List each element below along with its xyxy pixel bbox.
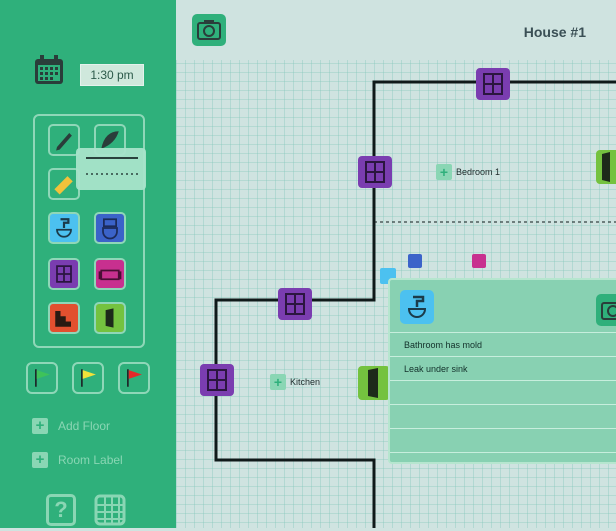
sink-tool[interactable] <box>48 212 80 244</box>
stairs-tool[interactable] <box>48 302 80 334</box>
plus-icon: + <box>270 374 286 390</box>
note-divider <box>390 404 616 405</box>
room-label-kitchen[interactable]: + Kitchen <box>270 374 320 390</box>
line-style-popover[interactable] <box>76 148 146 190</box>
toilet-marker[interactable] <box>408 254 422 268</box>
note-divider <box>390 452 616 453</box>
sofa-marker[interactable] <box>472 254 486 268</box>
time-display[interactable]: 1:30 pm <box>80 64 144 86</box>
plus-icon: + <box>436 164 452 180</box>
window-tool[interactable] <box>48 258 80 290</box>
plus-icon: + <box>32 418 48 434</box>
sidebar: 1:30 pm + Add Floor + Room Label ? <box>0 0 176 528</box>
floor-plan-canvas[interactable]: House #1 + Bedroom 1 + Kitchen Bathroom … <box>176 0 616 528</box>
window-left-upper[interactable] <box>358 156 392 188</box>
yellow-flag-icon <box>81 369 96 387</box>
note-line-2[interactable]: Leak under sink <box>404 364 468 374</box>
note-divider <box>390 428 616 429</box>
add-floor-label: Add Floor <box>58 419 111 433</box>
note-camera-icon[interactable] <box>596 294 616 326</box>
toilet-icon <box>102 218 118 240</box>
calendar-icon[interactable] <box>32 54 66 86</box>
toilet-tool[interactable] <box>94 212 126 244</box>
door-tool[interactable] <box>94 302 126 334</box>
ruler-icon <box>54 176 73 195</box>
camera-icon <box>197 20 221 40</box>
note-divider <box>390 380 616 381</box>
stairs-icon <box>55 311 71 327</box>
green-flag-icon <box>35 369 50 387</box>
window-kitchen-left[interactable] <box>200 364 234 396</box>
yellow-flag-button[interactable] <box>72 362 104 394</box>
plus-icon: + <box>32 452 48 468</box>
room-label-label: Room Label <box>58 453 123 467</box>
room-label-text: Kitchen <box>290 377 321 387</box>
door-icon <box>105 308 114 328</box>
window-kitchen-top[interactable] <box>278 288 312 320</box>
red-flag-icon <box>127 369 142 387</box>
green-flag-button[interactable] <box>26 362 58 394</box>
camera-button[interactable] <box>192 14 226 46</box>
sofa-tool[interactable] <box>94 258 126 290</box>
note-divider <box>390 332 616 333</box>
sofa-icon <box>98 269 122 281</box>
room-label-bedroom[interactable]: + Bedroom 1 <box>436 164 500 180</box>
grid-icon <box>94 494 126 526</box>
pencil-icon <box>56 133 72 151</box>
window-top[interactable] <box>476 68 510 100</box>
door-right[interactable] <box>596 150 616 184</box>
line-style-icon <box>86 157 138 175</box>
window-icon <box>56 265 72 283</box>
note-panel[interactable]: Bathroom has mold Leak under sink <box>388 278 616 464</box>
grid-toggle-button[interactable] <box>94 494 126 526</box>
sink-icon <box>56 218 72 238</box>
door-kitchen[interactable] <box>358 366 390 400</box>
help-button[interactable]: ? <box>46 494 76 526</box>
add-floor-button[interactable]: + Add Floor <box>32 416 110 436</box>
house-title: House #1 <box>523 24 586 40</box>
red-flag-button[interactable] <box>118 362 150 394</box>
note-line-1[interactable]: Bathroom has mold <box>404 340 482 350</box>
sink-icon <box>400 290 434 324</box>
room-label-text: Bedroom 1 <box>456 167 501 177</box>
room-label-button[interactable]: + Room Label <box>32 450 123 470</box>
note-divider <box>390 356 616 357</box>
